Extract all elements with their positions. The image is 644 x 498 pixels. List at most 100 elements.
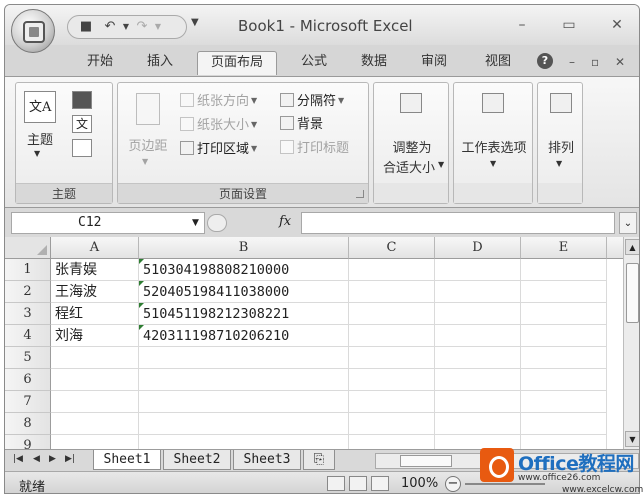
cell[interactable] — [349, 325, 435, 347]
row-header[interactable]: 3 — [5, 303, 51, 325]
tab-formulas[interactable]: 公式 — [289, 51, 339, 75]
insert-sheet-icon[interactable]: ⎘ — [303, 450, 335, 470]
tab-page-layout[interactable]: 页面布局 — [197, 51, 277, 75]
cell[interactable] — [521, 281, 607, 303]
cell[interactable] — [521, 325, 607, 347]
column-header-c[interactable]: C — [349, 237, 435, 259]
cell[interactable] — [51, 347, 139, 369]
sheet-tab-sheet3[interactable]: Sheet3 — [233, 450, 301, 470]
cell-b3[interactable]: 510451198212308221 — [139, 303, 349, 325]
background-button[interactable]: 背景 — [280, 115, 323, 135]
expand-formula-bar-icon[interactable]: ⌄ — [619, 212, 637, 234]
cell[interactable] — [349, 259, 435, 281]
cell[interactable] — [435, 281, 521, 303]
redo-icon[interactable]: ↷ — [134, 19, 150, 35]
theme-effects-icon[interactable] — [72, 139, 92, 157]
cell-a3[interactable]: 程红 — [51, 303, 139, 325]
cell-b2[interactable]: 520405198411038000 — [139, 281, 349, 303]
themes-button-label[interactable]: 主题 — [24, 129, 56, 148]
tab-home[interactable]: 开始 — [75, 51, 125, 75]
margins-dropdown-icon[interactable]: ▼ — [142, 157, 148, 166]
customize-qat-icon[interactable]: ▼ — [191, 17, 199, 28]
cell[interactable] — [521, 369, 607, 391]
row-header[interactable]: 4 — [5, 325, 51, 347]
scroll-up-icon[interactable]: ▲ — [625, 239, 639, 255]
redo-dropdown-icon[interactable]: ▼ — [150, 19, 166, 35]
workbook-close-icon[interactable]: ✕ — [615, 55, 625, 69]
close-button[interactable]: ✕ — [605, 15, 629, 35]
cell[interactable] — [51, 391, 139, 413]
cell[interactable] — [349, 369, 435, 391]
name-box-dropdown-icon[interactable]: ▼ — [192, 218, 199, 228]
column-header-b[interactable]: B — [139, 237, 349, 259]
first-sheet-icon[interactable]: |◀ — [13, 454, 23, 464]
tab-view[interactable]: 视图 — [473, 51, 523, 75]
cell-a4[interactable]: 刘海 — [51, 325, 139, 347]
cell[interactable] — [435, 391, 521, 413]
arrange-icon[interactable] — [550, 93, 572, 113]
vertical-scroll-thumb[interactable] — [626, 263, 639, 323]
tab-data[interactable]: 数据 — [349, 51, 399, 75]
arrange-label[interactable]: 排列 — [538, 137, 584, 156]
print-titles-button[interactable]: 打印标题 — [280, 139, 349, 159]
vertical-scrollbar[interactable]: ▲ ▼ — [623, 237, 639, 449]
insert-function-icon[interactable]: fx — [279, 214, 291, 229]
last-sheet-icon[interactable]: ▶| — [65, 454, 75, 464]
theme-colors-icon[interactable] — [72, 91, 92, 109]
cell[interactable] — [139, 435, 349, 449]
cell[interactable] — [139, 391, 349, 413]
zoom-out-icon[interactable]: − — [445, 476, 461, 492]
cell[interactable] — [51, 369, 139, 391]
cell[interactable] — [521, 347, 607, 369]
cell[interactable] — [349, 281, 435, 303]
undo-dropdown-icon[interactable]: ▼ — [118, 19, 134, 35]
sheet-options-icon[interactable] — [482, 93, 504, 113]
orientation-button[interactable]: 纸张方向 ▼ — [180, 91, 257, 111]
print-area-button[interactable]: 打印区域 ▼ — [180, 139, 257, 159]
cell[interactable] — [349, 347, 435, 369]
next-sheet-icon[interactable]: ▶ — [49, 454, 56, 464]
theme-fonts-icon[interactable]: 文 — [72, 115, 92, 133]
cell-a1[interactable]: 张青娱 — [51, 259, 139, 281]
cell[interactable] — [435, 259, 521, 281]
cell[interactable] — [521, 391, 607, 413]
cell[interactable] — [139, 347, 349, 369]
page-setup-launcher-icon[interactable] — [356, 190, 364, 198]
normal-view-icon[interactable] — [327, 476, 345, 491]
themes-icon[interactable]: 文A — [24, 91, 56, 123]
scale-to-fit-label-line1[interactable]: 调整为 — [374, 137, 450, 156]
cell[interactable] — [349, 413, 435, 435]
row-header[interactable]: 9 — [5, 435, 51, 449]
office-button[interactable] — [11, 9, 55, 53]
margins-button-label[interactable]: 页边距 — [122, 135, 174, 154]
cell[interactable] — [349, 391, 435, 413]
cell[interactable] — [435, 303, 521, 325]
cell-b1[interactable]: 510304198808210000 — [139, 259, 349, 281]
scale-to-fit-label-line2[interactable]: 合适大小 — [374, 157, 444, 176]
save-icon[interactable]: ■ — [78, 19, 94, 35]
maximize-button[interactable]: ▭ — [557, 15, 581, 35]
zoom-level[interactable]: 100% — [401, 476, 438, 491]
cell[interactable] — [435, 369, 521, 391]
help-icon[interactable]: ? — [537, 53, 553, 69]
sheet-tab-sheet1[interactable]: Sheet1 — [93, 450, 161, 470]
page-layout-view-icon[interactable] — [349, 476, 367, 491]
workbook-restore-icon[interactable]: ▫ — [591, 55, 599, 69]
cell[interactable] — [51, 435, 139, 449]
arrange-dropdown-icon[interactable]: ▼ — [556, 159, 562, 168]
horizontal-scroll-thumb[interactable] — [400, 455, 452, 467]
tab-review[interactable]: 审阅 — [409, 51, 459, 75]
cell[interactable] — [139, 413, 349, 435]
breaks-button[interactable]: 分隔符 ▼ — [280, 91, 344, 111]
scale-to-fit-icon[interactable] — [400, 93, 422, 113]
size-button[interactable]: 纸张大小 ▼ — [180, 115, 257, 135]
row-header[interactable]: 1 — [5, 259, 51, 281]
cell[interactable] — [349, 435, 435, 449]
cell[interactable] — [435, 413, 521, 435]
margins-icon[interactable] — [136, 93, 160, 125]
sheet-options-dropdown-icon[interactable]: ▼ — [490, 159, 496, 168]
sheet-tab-sheet2[interactable]: Sheet2 — [163, 450, 231, 470]
cell[interactable] — [435, 347, 521, 369]
scroll-down-icon[interactable]: ▼ — [625, 431, 639, 447]
page-break-preview-icon[interactable] — [371, 476, 389, 491]
